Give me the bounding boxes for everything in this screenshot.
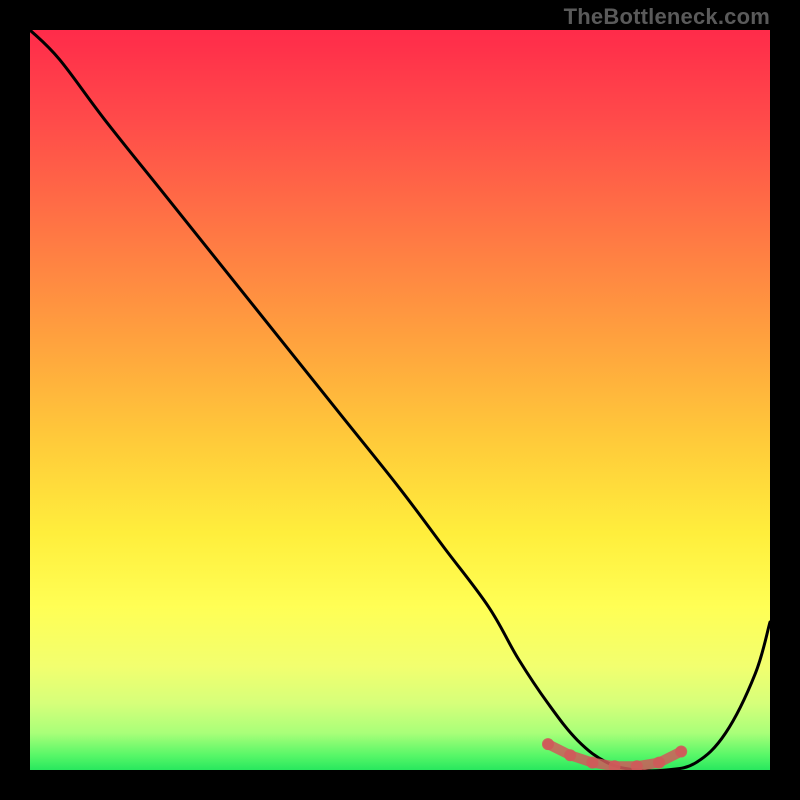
marker-dot — [586, 757, 598, 769]
optimal-zone-markers — [542, 738, 687, 770]
plot-area — [30, 30, 770, 770]
bottleneck-curve — [30, 30, 770, 770]
marker-dot — [564, 749, 576, 761]
watermark: TheBottleneck.com — [564, 4, 770, 30]
marker-dot — [542, 738, 554, 750]
marker-dot — [653, 757, 665, 769]
chart-frame: TheBottleneck.com — [0, 0, 800, 800]
marker-dot — [675, 746, 687, 758]
chart-svg — [30, 30, 770, 770]
